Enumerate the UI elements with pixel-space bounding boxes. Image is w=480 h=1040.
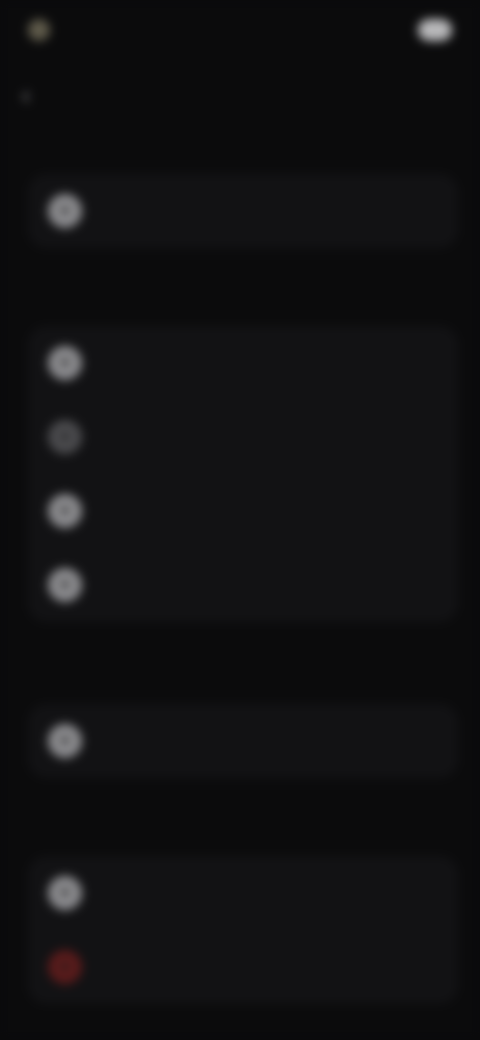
header: ‹ <box>22 74 458 118</box>
back-arrow-icon[interactable]: ‹ <box>22 84 40 108</box>
settings-row-privacy[interactable]: ● <box>28 400 458 474</box>
settings-row-logout[interactable]: ● <box>28 930 458 1004</box>
info-icon: ● <box>48 876 82 910</box>
lock-icon: ● <box>48 420 82 454</box>
settings-row-about[interactable]: ● <box>28 856 458 930</box>
section-card-about: ● ● <box>28 856 458 1004</box>
logout-icon: ● <box>48 950 82 984</box>
shield-icon: ● <box>48 724 82 758</box>
settings-row-notifications[interactable]: ● <box>28 326 458 400</box>
settings-row-account[interactable]: ● <box>28 174 458 248</box>
notification-dot-icon <box>28 19 50 41</box>
bell-icon: ● <box>48 346 82 380</box>
palette-icon: ● <box>48 494 82 528</box>
status-bar <box>28 14 452 46</box>
settings-row-appearance[interactable]: ● <box>28 474 458 548</box>
globe-icon: ● <box>48 568 82 602</box>
status-left <box>28 19 60 41</box>
user-icon: ● <box>48 194 82 228</box>
section-card-security: ● <box>28 704 458 778</box>
battery-icon <box>418 19 452 41</box>
settings-row-language[interactable]: ● <box>28 548 458 622</box>
status-right <box>406 19 452 41</box>
section-card-account: ● <box>28 174 458 248</box>
settings-screen: ‹ ● ● ● ● ● ● ● ● <box>0 0 480 1040</box>
section-card-preferences: ● ● ● ● <box>28 326 458 622</box>
settings-row-security[interactable]: ● <box>28 704 458 778</box>
